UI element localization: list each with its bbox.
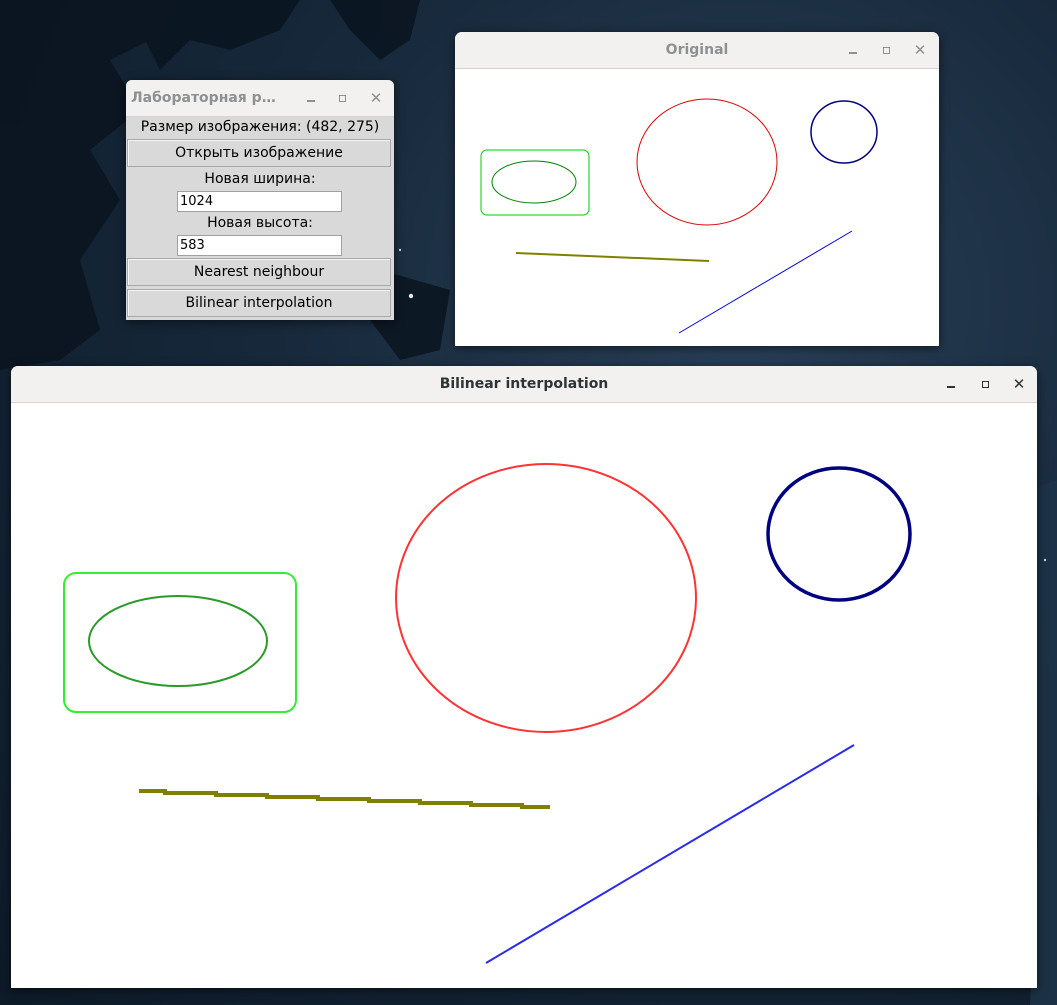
new-height-input[interactable] xyxy=(177,235,342,256)
maximize-icon[interactable] xyxy=(877,41,895,59)
original-window-title: Original xyxy=(665,42,729,58)
original-image-canvas xyxy=(480,98,878,334)
new-width-input[interactable] xyxy=(177,191,342,212)
green-rounded-rectangle xyxy=(63,572,297,713)
blue-line xyxy=(678,230,853,334)
green-ellipse xyxy=(88,595,268,687)
minimize-icon[interactable] xyxy=(942,375,960,393)
navy-circle xyxy=(810,100,878,164)
bilinear-window-titlebar[interactable]: Bilinear interpolation ✕ xyxy=(11,366,1037,403)
olive-line xyxy=(515,252,710,262)
image-size-label: Размер изображения: (482, 275) xyxy=(140,119,380,135)
open-image-button[interactable]: Открыть изображение xyxy=(127,139,391,167)
green-ellipse xyxy=(491,160,577,204)
navy-circle xyxy=(766,466,912,602)
red-ellipse xyxy=(395,463,697,733)
minimize-icon[interactable] xyxy=(302,89,320,107)
close-icon[interactable]: ✕ xyxy=(367,89,385,107)
original-window: Original ✕ xyxy=(455,32,939,346)
red-ellipse xyxy=(636,98,778,226)
lab-window-title: Лабораторная работ... xyxy=(131,90,284,106)
close-icon[interactable]: ✕ xyxy=(1010,375,1028,393)
lab-window-titlebar[interactable]: Лабораторная работ... ✕ xyxy=(126,80,394,117)
nearest-neighbour-button[interactable]: Nearest neighbour xyxy=(127,258,391,286)
bilinear-window-title: Bilinear interpolation xyxy=(439,376,609,392)
minimize-icon[interactable] xyxy=(844,41,862,59)
green-rounded-rectangle xyxy=(480,149,590,216)
maximize-icon[interactable] xyxy=(333,89,351,107)
bilinear-interpolation-button[interactable]: Bilinear interpolation xyxy=(127,289,391,317)
blue-line xyxy=(485,744,855,964)
maximize-icon[interactable] xyxy=(976,375,994,393)
close-icon[interactable]: ✕ xyxy=(911,41,929,59)
bilinear-window: Bilinear interpolation ✕ xyxy=(11,366,1037,988)
olive-line xyxy=(139,789,550,809)
new-width-label: Новая ширина: xyxy=(204,171,316,187)
bilinear-image-canvas xyxy=(63,463,912,964)
new-height-label: Новая высота: xyxy=(207,215,313,231)
lab-window: Лабораторная работ... ✕ Размер изображен… xyxy=(126,80,394,320)
original-window-titlebar[interactable]: Original ✕ xyxy=(455,32,939,69)
